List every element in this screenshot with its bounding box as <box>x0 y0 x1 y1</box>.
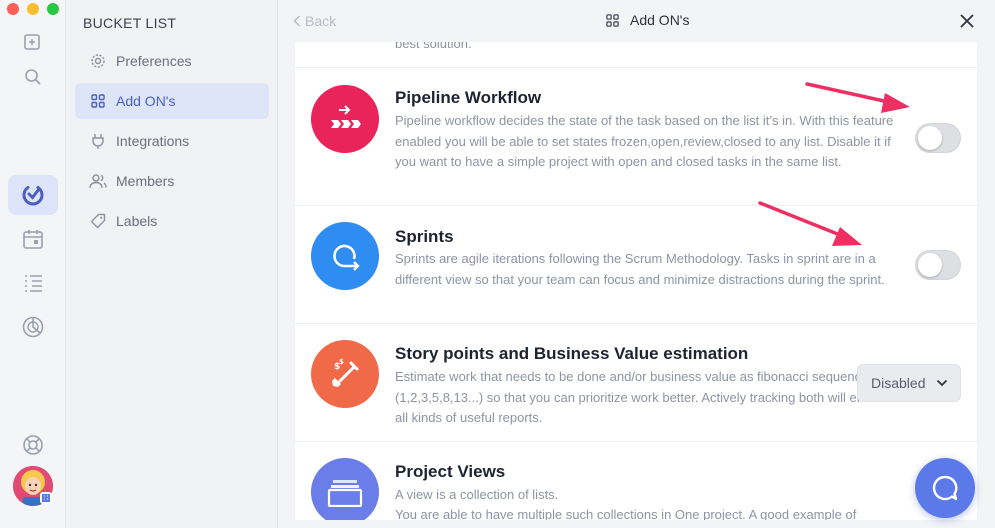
tag-icon <box>89 212 107 230</box>
sidebar-item-preferences[interactable]: Preferences <box>75 43 269 79</box>
addon-description: Pipeline workflow decides the state of t… <box>395 113 894 169</box>
chevron-down-icon <box>936 379 948 387</box>
chat-button[interactable] <box>915 458 975 518</box>
sidebar-item-members[interactable]: Members <box>75 163 269 199</box>
chat-icon <box>932 475 958 501</box>
close-window-button[interactable] <box>7 3 19 15</box>
story-points-dropdown[interactable]: Disabled <box>857 364 961 402</box>
settings-sidebar: BUCKET LIST Preferences Add ON's Integra… <box>67 0 278 528</box>
addon-description: Estimate work that needs to be done and/… <box>395 369 889 425</box>
shovel-icon: $ $ <box>311 340 379 408</box>
sidebar-item-label: Add ON's <box>116 93 176 109</box>
addon-row-pipeline: Pipeline Workflow Pipeline workflow deci… <box>295 67 977 205</box>
chevron-left-icon <box>293 15 301 27</box>
minimize-window-button[interactable] <box>27 3 39 15</box>
users-icon <box>89 172 107 190</box>
addon-title: Project Views <box>395 462 506 481</box>
pipeline-icon <box>311 85 379 153</box>
plug-icon <box>89 132 107 150</box>
svg-text:$: $ <box>339 358 344 366</box>
grid-icon <box>89 92 107 110</box>
search-icon[interactable] <box>8 57 58 97</box>
sprint-icon <box>311 222 379 290</box>
grid-icon <box>606 13 619 27</box>
toggle-knob <box>918 253 942 277</box>
sidebar-item-label: Members <box>116 173 175 189</box>
addon-row-project-views: Project Views A view is a collection of … <box>295 441 977 520</box>
addon-description: A view is a collection of lists. <box>395 487 559 502</box>
page-title-text: Add ON's <box>630 12 690 28</box>
sidebar-item-labels[interactable]: Labels <box>75 203 269 239</box>
window-controls <box>7 3 59 15</box>
addon-title: Pipeline Workflow <box>395 88 542 107</box>
page-title: Add ON's <box>605 12 689 28</box>
addon-title: Sprints <box>395 227 454 246</box>
close-icon[interactable] <box>957 11 977 31</box>
addon-description-continued: You are able to have multiple such colle… <box>395 507 857 520</box>
help-icon[interactable] <box>8 425 58 465</box>
addon-row-story-points: $ $ Story points and Business Value estim… <box>295 323 977 441</box>
addon-row-sprints: Sprints Sprints are agile iterations fol… <box>295 205 977 323</box>
calendar-icon[interactable] <box>8 219 58 259</box>
project-name: BUCKET LIST <box>83 15 177 31</box>
addon-description: Sprints are agile iterations following t… <box>395 251 885 287</box>
workspace-badge-icon <box>40 492 52 504</box>
sidebar-item-label: Labels <box>116 213 158 229</box>
addon-title: Story points and Business Value estimati… <box>395 344 749 363</box>
add-ons-panel: best solution. Pipeline Workflow Pipelin… <box>295 42 977 520</box>
page-header: Back Add ON's <box>279 0 995 42</box>
gear-icon <box>89 52 107 70</box>
previous-addon-description: best solution. <box>395 42 472 51</box>
pipeline-toggle[interactable] <box>915 123 961 153</box>
sidebar-item-integrations[interactable]: Integrations <box>75 123 269 159</box>
views-icon <box>311 458 379 520</box>
sidebar-item-label: Preferences <box>116 53 192 69</box>
toggle-knob <box>918 126 942 150</box>
add-task-icon[interactable] <box>8 22 58 62</box>
list-icon[interactable] <box>8 263 58 303</box>
project-logo-icon[interactable] <box>8 175 58 215</box>
sidebar-item-label: Integrations <box>116 133 190 149</box>
back-label: Back <box>305 13 337 29</box>
reports-icon[interactable] <box>8 307 58 347</box>
sprints-toggle[interactable] <box>915 250 961 280</box>
sidebar-item-add-ons[interactable]: Add ON's <box>75 83 269 119</box>
back-button[interactable]: Back <box>293 13 336 29</box>
dropdown-value: Disabled <box>871 375 926 391</box>
maximize-window-button[interactable] <box>47 3 59 15</box>
app-rail <box>0 0 66 528</box>
